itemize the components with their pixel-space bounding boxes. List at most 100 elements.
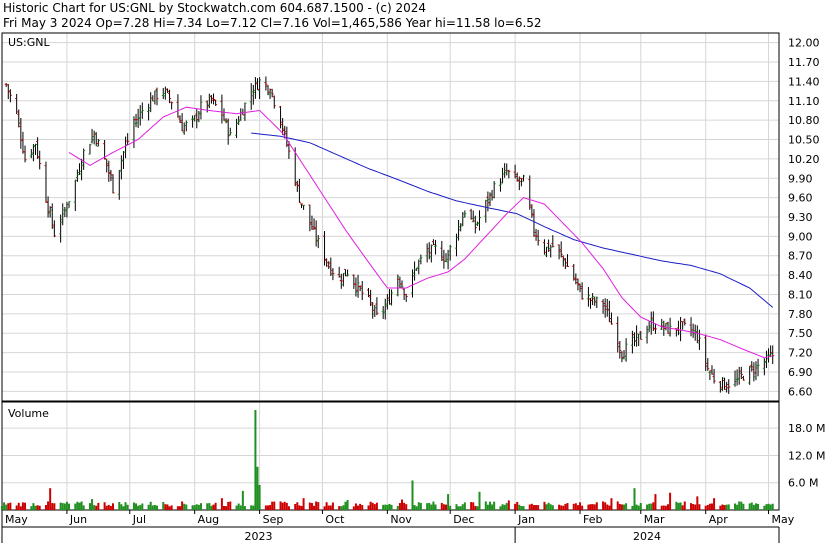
price-bar [59,214,63,243]
price-bar [251,84,255,105]
price-bar [710,365,714,375]
volume-bar [323,506,326,510]
moving-average-short-line [68,106,773,359]
volume-bar [235,505,238,510]
price-bar [339,273,343,289]
volume-bar [401,499,404,510]
volume-bar [296,502,299,510]
volume-bar [440,502,443,510]
price-bar [764,350,768,369]
volume-bar [604,502,607,510]
price-bar [653,323,657,334]
volume-bar [532,505,535,510]
volume-bar [750,502,753,510]
price-bar [241,108,245,116]
price-bar [360,280,364,301]
price-bar [73,179,77,212]
volume-bar [535,505,538,510]
volume-bar [388,503,391,510]
volume-bar [53,503,56,510]
price-bar [23,145,27,163]
price-bar [624,338,628,362]
price-tick-label: 7.20 [788,347,813,360]
volume-bar [704,505,707,510]
volume-bar [505,503,508,510]
price-tick-label: 12.00 [788,37,820,50]
volume-bar [300,505,303,510]
price-bar [417,259,421,275]
volume-bar [281,502,284,510]
price-bar [706,358,710,371]
price-bar [46,196,50,218]
volume-bar [5,504,8,510]
price-bar [771,345,775,364]
price-bar [668,317,672,337]
volume-bar [61,503,64,510]
price-bar [36,137,40,159]
price-axis-ticks: 12.00 11.70 11.40 11.10 10.80 10.50 10.20 9.90 9… [788,37,820,399]
volume-bar [151,505,154,510]
volume-bar [623,504,626,510]
price-bar [264,76,268,91]
volume-bar [271,501,274,510]
price-tick-label: 11.70 [788,56,820,69]
volume-bar [488,501,491,510]
volume-bar [562,505,565,510]
volume-tick-label: 12.0 M [788,449,825,462]
volume-bar [403,502,406,510]
price-bar [109,169,113,182]
price-bar [111,174,115,194]
volume-bar [459,506,462,510]
volume-bar [195,504,198,510]
volume-bar [239,505,242,510]
volume-bar [338,506,341,510]
volume-bar [264,505,267,510]
month-label: Apr [709,513,729,526]
volume-bar [302,498,305,510]
volume-bar [241,490,244,510]
volume-bar [652,502,655,510]
price-tick-label: 9.30 [788,211,813,224]
price-bar [88,143,92,155]
price-bar [632,332,636,347]
price-bar [400,280,404,289]
volume-bar [591,504,594,510]
volume-bar [170,505,173,510]
volume-bar [266,505,269,510]
volume-bar [214,502,217,510]
volume-tick-label: 18.0 M [788,422,825,435]
volume-bar [690,503,693,510]
month-label: May [772,513,795,526]
price-bar [484,199,488,223]
volume-bar [118,502,121,510]
volume-bar [681,505,684,510]
price-tick-label: 8.40 [788,269,813,282]
price-bar [503,163,507,178]
price-bar [589,298,593,309]
volume-bar [88,503,91,510]
price-bar [756,358,760,377]
price-bar [310,215,314,230]
volume-bar [639,503,642,510]
price-bar [580,282,584,300]
volume-bar [390,504,393,510]
volume-bar [470,502,473,510]
price-tick-label: 10.80 [788,114,820,127]
volume-bar [285,502,288,510]
volume-bar [411,480,414,510]
price-bar [371,302,375,319]
volume-bar [415,506,418,510]
volume-bar [95,505,98,510]
price-bar [649,311,653,335]
price-bar [536,229,540,246]
price-bar [308,204,312,232]
volume-bar [220,498,223,510]
volume-bar [82,505,85,510]
price-bar [38,150,42,170]
volume-bar [752,504,755,510]
volume-bar [396,506,399,510]
volume-bar [168,506,171,510]
volume-bar [727,504,730,510]
volume-bar [551,505,554,510]
volume-bar [698,504,701,510]
